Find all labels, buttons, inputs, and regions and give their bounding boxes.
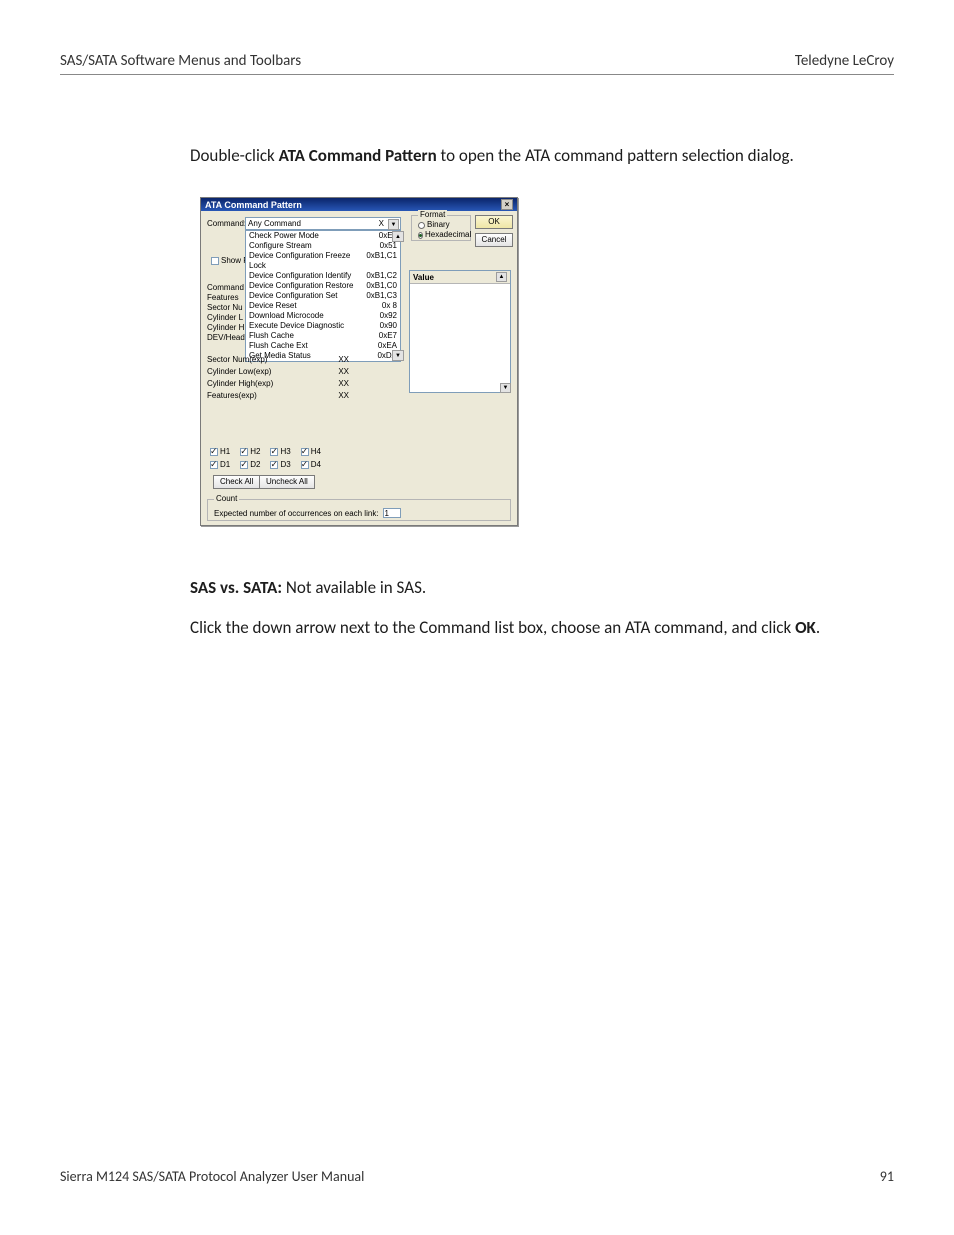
header-left: SAS/SATA Software Menus and Toolbars xyxy=(60,52,301,70)
radio-hex[interactable]: Hexadecimal xyxy=(418,230,464,240)
value-header: Value xyxy=(413,273,434,282)
combobox-value: Any Command xyxy=(248,219,301,228)
scroll-up-icon[interactable]: ▲ xyxy=(392,231,404,242)
command-label: Command: xyxy=(207,219,246,228)
dropdown-item[interactable]: Device Reset0x 8 xyxy=(246,301,400,311)
command-dropdown-list[interactable]: ▲ ▼ Check Power Mode0xE5Configure Stream… xyxy=(245,230,401,362)
dropdown-item[interactable]: Flush Cache0xE7 xyxy=(246,331,400,341)
value-panel: Value ▲ ▼ xyxy=(409,270,511,393)
close-icon[interactable]: × xyxy=(501,199,513,210)
cancel-button[interactable]: Cancel xyxy=(475,233,513,247)
scroll-up-icon[interactable]: ▲ xyxy=(496,272,507,282)
dropdown-item[interactable]: Execute Device Diagnostic0x90 xyxy=(246,321,400,331)
exp-fields: Sector Num(exp)XX Cylinder Low(exp)XX Cy… xyxy=(207,354,349,402)
ok-button[interactable]: OK xyxy=(475,215,513,229)
chk-d1[interactable]: D1 xyxy=(210,460,230,469)
count-input[interactable] xyxy=(383,508,401,518)
dropdown-item[interactable]: Check Power Mode0xE5 xyxy=(246,231,400,241)
chk-d4[interactable]: D4 xyxy=(301,460,321,469)
intro-sentence: Double-click ATA Command Pattern to open… xyxy=(190,145,858,168)
chk-h3[interactable]: H3 xyxy=(270,447,290,456)
count-label: Expected number of occurrences on each l… xyxy=(214,509,379,518)
page-header: SAS/SATA Software Menus and Toolbars Tel… xyxy=(60,52,894,75)
check-all-button[interactable]: Check All xyxy=(213,475,260,489)
chk-d3[interactable]: D3 xyxy=(270,460,290,469)
dropdown-item[interactable]: Device Configuration Identify0xB1,C2 xyxy=(246,271,400,281)
dropdown-item[interactable]: Device Configuration Set0xB1,C3 xyxy=(246,291,400,301)
scroll-down-icon[interactable]: ▼ xyxy=(500,383,511,393)
chk-h1[interactable]: H1 xyxy=(210,447,230,456)
page-footer: Sierra M124 SAS/SATA Protocol Analyzer U… xyxy=(60,1168,894,1185)
chk-d2[interactable]: D2 xyxy=(240,460,260,469)
header-right: Teledyne LeCroy xyxy=(795,52,894,70)
show-reserved-checkbox[interactable]: Show R xyxy=(211,256,249,265)
dropdown-item[interactable]: Flush Cache Ext0xEA xyxy=(246,341,400,351)
dropdown-item[interactable]: Device Configuration Restore0xB1,C0 xyxy=(246,281,400,291)
uncheck-all-button[interactable]: Uncheck All xyxy=(259,475,315,489)
dropdown-item[interactable]: Configure Stream0x51 xyxy=(246,241,400,251)
dropdown-item[interactable]: Download Microcode0x92 xyxy=(246,311,400,321)
ata-command-pattern-dialog: ATA Command Pattern × Command: Any Comma… xyxy=(200,197,518,526)
chk-h2[interactable]: H2 xyxy=(240,447,260,456)
scroll-down-icon[interactable]: ▼ xyxy=(392,350,404,361)
format-fieldset: Format Binary Hexadecimal xyxy=(411,215,471,241)
sas-vs-sata-line: SAS vs. SATA: Not available in SAS. xyxy=(190,577,858,600)
footer-right: 91 xyxy=(880,1168,894,1185)
dialog-titlebar[interactable]: ATA Command Pattern × xyxy=(201,198,517,211)
dialog-title: ATA Command Pattern xyxy=(205,200,302,210)
count-fieldset: Count Expected number of occurrences on … xyxy=(207,499,511,521)
dropdown-item[interactable]: Device Configuration Freeze Lock0xB1,C1 xyxy=(246,251,400,271)
footer-left: Sierra M124 SAS/SATA Protocol Analyzer U… xyxy=(60,1168,364,1185)
chk-h4[interactable]: H4 xyxy=(301,447,321,456)
radio-binary[interactable]: Binary xyxy=(418,220,464,230)
channel-checkboxes: H1 H2 H3 H4 D1 D2 D3 D4 xyxy=(210,447,321,469)
instruction-line: Click the down arrow next to the Command… xyxy=(190,617,858,640)
command-combobox[interactable]: Any Command X ▼ xyxy=(245,217,401,230)
chevron-down-icon[interactable]: ▼ xyxy=(388,219,399,230)
